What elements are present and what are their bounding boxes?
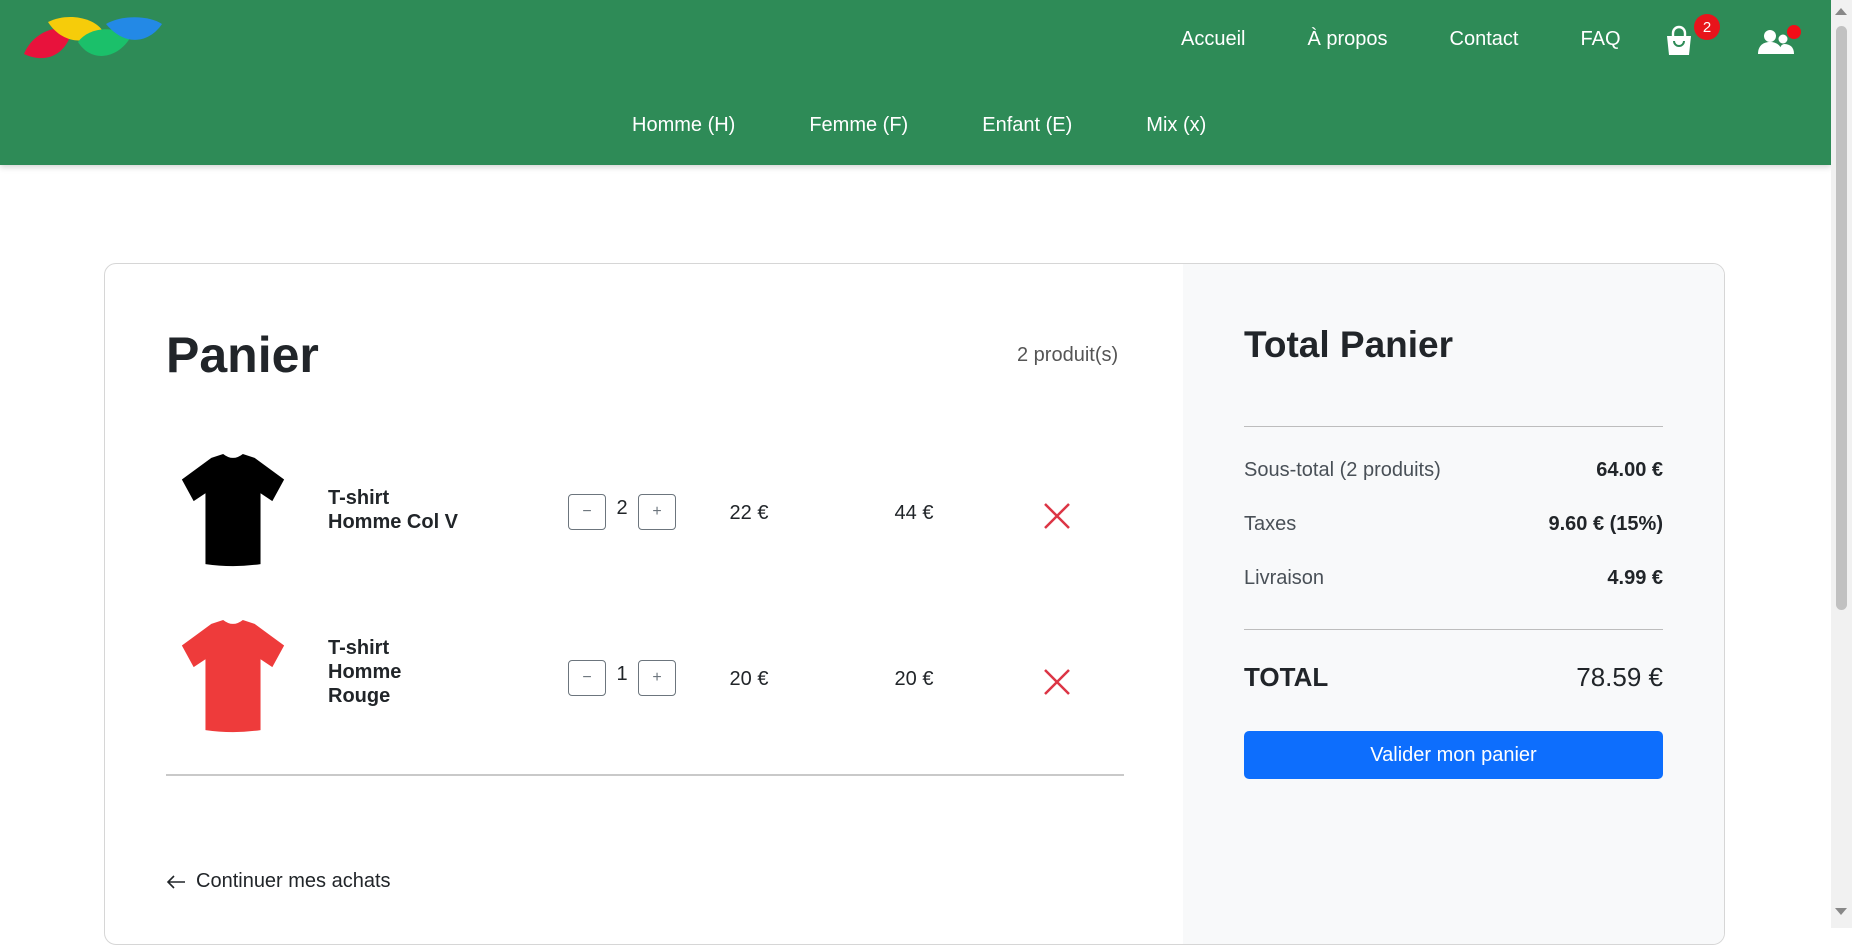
cart-item-row: T-shirt Homme Rouge − 1 + 20 € 20 € (166, 608, 1124, 758)
continue-shopping-link[interactable]: Continuer mes achats (166, 870, 391, 893)
top-navigation: Accueil À propos Contact FAQ (1181, 28, 1683, 51)
category-link-mix[interactable]: Mix (x) (1146, 114, 1206, 137)
quantity-increase-button[interactable]: + (638, 494, 676, 530)
total-value: 78.59 € (1576, 662, 1663, 692)
taxes-value: 9.60 € (15%) (1548, 513, 1663, 535)
nav-link-contact[interactable]: Contact (1450, 28, 1519, 51)
category-navigation: Homme (H) Femme (F) Enfant (E) Mix (x) (632, 114, 1280, 137)
total-row: TOTAL 78.59 € (1244, 662, 1663, 693)
page-title: Panier (166, 327, 319, 383)
category-link-homme[interactable]: Homme (H) (632, 114, 735, 137)
product-name[interactable]: T-shirt Homme Rouge (328, 636, 468, 708)
notification-dot (1787, 25, 1801, 39)
summary-panel (1183, 264, 1724, 944)
line-total: 20 € (894, 668, 934, 690)
nav-link-faq[interactable]: FAQ (1580, 28, 1620, 51)
cart-card: Panier 2 produit(s) T-shirt Homme Col V … (104, 263, 1725, 945)
arrow-left-icon (166, 874, 185, 889)
quantity-decrease-button[interactable]: − (568, 660, 606, 696)
taxes-row: Taxes 9.60 € (15%) (1244, 513, 1663, 536)
shipping-row: Livraison 4.99 € (1244, 567, 1663, 590)
shipping-value: 4.99 € (1607, 567, 1663, 589)
subtotal-row: Sous-total (2 produits) 64.00 € (1244, 459, 1663, 482)
validate-cart-button[interactable]: Valider mon panier (1244, 731, 1663, 779)
cart-count-badge: 2 (1694, 14, 1720, 40)
product-image (181, 453, 285, 567)
quantity-value[interactable]: 2 (606, 497, 638, 520)
category-link-femme[interactable]: Femme (F) (809, 114, 908, 137)
quantity-value[interactable]: 1 (606, 663, 638, 686)
unit-price: 22 € (729, 502, 769, 524)
taxes-label: Taxes (1244, 513, 1297, 535)
remove-item-icon[interactable] (1042, 667, 1072, 697)
category-link-enfant[interactable]: Enfant (E) (982, 114, 1072, 137)
quantity-decrease-button[interactable]: − (568, 494, 606, 530)
nav-link-a-propos[interactable]: À propos (1307, 28, 1387, 51)
product-image (181, 619, 285, 733)
line-total: 44 € (894, 502, 934, 524)
product-name[interactable]: T-shirt Homme Col V (328, 486, 468, 534)
tshirt-black-icon (181, 453, 285, 567)
remove-item-icon[interactable] (1042, 501, 1072, 531)
vertical-scrollbar[interactable] (1831, 0, 1852, 928)
shopping-bag-icon[interactable] (1662, 24, 1696, 58)
items-divider (166, 774, 1124, 776)
summary-divider (1244, 426, 1663, 427)
subtotal-label: Sous-total (2 produits) (1244, 459, 1441, 481)
unit-price: 20 € (729, 668, 769, 690)
summary-title: Total Panier (1244, 324, 1454, 365)
shipping-label: Livraison (1244, 567, 1325, 589)
subtotal-value: 64.00 € (1596, 459, 1663, 481)
product-count: 2 produit(s) (1017, 344, 1119, 366)
continue-shopping-label: Continuer mes achats (196, 870, 391, 892)
scroll-up-arrow-icon[interactable] (1835, 8, 1847, 15)
total-label: TOTAL (1244, 662, 1329, 692)
tshirt-red-icon (181, 619, 285, 733)
brand-logo[interactable] (22, 14, 162, 70)
scrollbar-thumb[interactable] (1836, 26, 1847, 610)
nav-link-accueil[interactable]: Accueil (1181, 28, 1245, 51)
scroll-down-arrow-icon[interactable] (1835, 908, 1847, 915)
quantity-increase-button[interactable]: + (638, 660, 676, 696)
cart-item-row: T-shirt Homme Col V − 2 + 22 € 44 € (166, 442, 1124, 592)
summary-divider (1244, 629, 1663, 630)
site-header: Accueil À propos Contact FAQ 2 Homme (H)… (0, 0, 1831, 165)
